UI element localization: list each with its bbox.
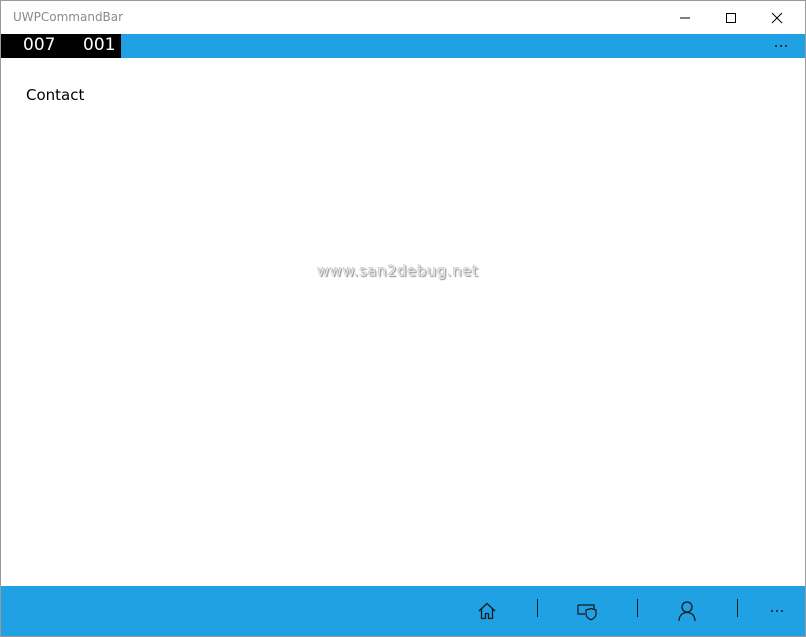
user-icon [678, 601, 696, 622]
page-content-text: Contact [26, 86, 85, 104]
minimize-icon [680, 17, 690, 18]
user-button[interactable] [657, 586, 717, 636]
watermark: www.san2debug.net [317, 262, 479, 280]
close-icon [771, 12, 783, 23]
home-button[interactable] [457, 586, 517, 636]
bottom-separator [637, 599, 638, 617]
top-more-button[interactable] [771, 34, 791, 58]
counter-left: 007 [23, 35, 56, 55]
bottom-separator [537, 599, 538, 617]
top-command-bar: 007 001 [1, 34, 805, 58]
shield-button[interactable] [557, 586, 617, 636]
app-window: UWPCommandBar 007 001 Contact www.san2de… [0, 0, 806, 637]
close-button[interactable] [754, 1, 800, 34]
ellipsis-icon [771, 610, 783, 612]
window-title: UWPCommandBar [13, 10, 124, 24]
maximize-icon [726, 12, 736, 23]
counter-display: 007 001 [1, 34, 121, 58]
home-icon [478, 602, 496, 620]
bottom-separator [737, 599, 738, 617]
counter-right: 001 [83, 35, 116, 55]
title-bar: UWPCommandBar [1, 1, 805, 34]
minimize-button[interactable] [662, 1, 708, 34]
maximize-button[interactable] [708, 1, 754, 34]
ellipsis-icon [775, 45, 787, 47]
shield-icon [577, 604, 597, 621]
bottom-more-button[interactable] [747, 586, 805, 636]
bottom-command-bar [1, 586, 805, 636]
